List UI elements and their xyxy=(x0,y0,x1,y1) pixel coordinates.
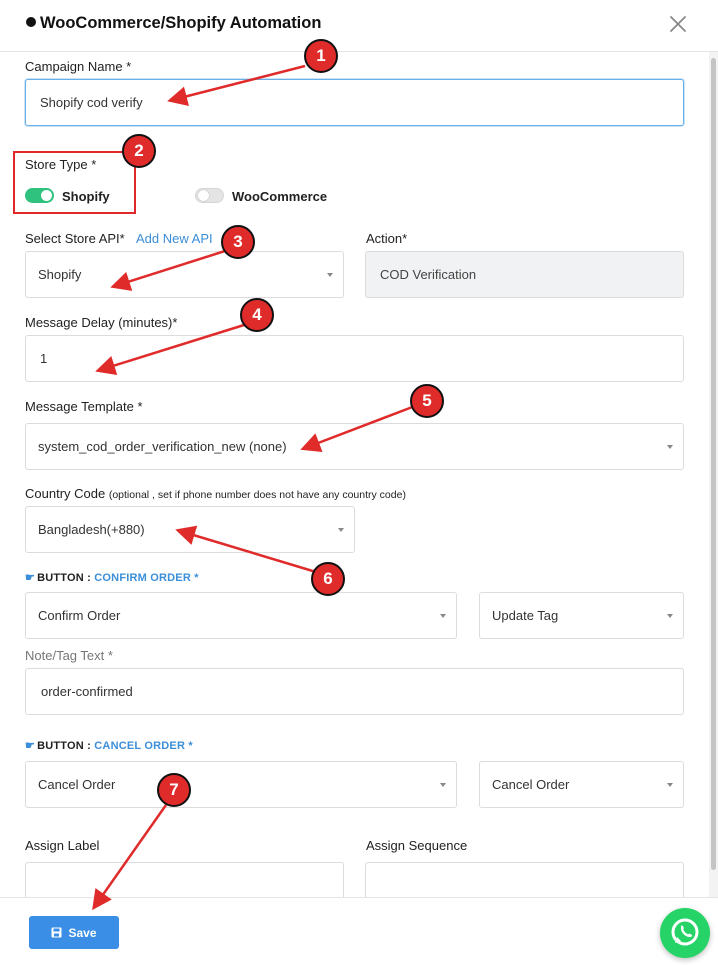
chevron-down-icon xyxy=(338,527,344,532)
message-delay-input[interactable]: 1 xyxy=(25,335,684,382)
modal-title: WooCommerce/Shopify Automation xyxy=(26,14,321,33)
confirm-order-secondary-select[interactable]: Update Tag xyxy=(479,592,684,639)
cancel-order-secondary-select[interactable]: Cancel Order xyxy=(479,761,684,808)
cancel-order-heading-prefix: BUTTON : xyxy=(37,740,92,752)
modal-header: WooCommerce/Shopify Automation xyxy=(0,0,718,52)
message-template-label: Message Template * xyxy=(25,399,143,414)
campaign-name-label: Campaign Name * xyxy=(25,59,132,74)
confirm-order-heading-accent: CONFIRM ORDER * xyxy=(94,572,199,584)
shopify-toggle-label: Shopify xyxy=(62,189,110,204)
annotation-badge-5: 5 xyxy=(410,384,444,418)
note-tag-value: order-confirmed xyxy=(41,684,133,699)
country-code-hint: (optional , set if phone number does not… xyxy=(108,489,406,501)
confirm-order-action-select[interactable]: Confirm Order xyxy=(25,592,457,639)
pointing-hand-icon: ☛ xyxy=(25,572,36,584)
store-type-label: Store Type * xyxy=(25,157,97,172)
chevron-down-icon xyxy=(667,782,673,787)
country-code-label-text: Country Code xyxy=(25,486,106,501)
note-tag-input[interactable]: order-confirmed xyxy=(25,668,684,715)
woocommerce-toggle-label: WooCommerce xyxy=(232,189,328,204)
annotation-badge-2: 2 xyxy=(122,134,156,168)
assign-label-label: Assign Label xyxy=(25,838,100,853)
note-tag-label: Note/Tag Text * xyxy=(25,648,113,663)
modal-title-text: WooCommerce/Shopify Automation xyxy=(40,14,322,32)
annotation-badge-3: 3 xyxy=(221,225,255,259)
message-template-select[interactable]: system_cod_order_verification_new (none) xyxy=(25,423,684,470)
action-value: COD Verification xyxy=(380,267,477,282)
shopify-toggle[interactable] xyxy=(25,188,54,203)
country-code-value: Bangladesh(+880) xyxy=(38,522,145,537)
add-new-api-link[interactable]: Add New API xyxy=(136,231,213,246)
annotation-badge-7: 7 xyxy=(157,773,191,807)
store-api-value: Shopify xyxy=(38,267,82,282)
annotation-arrows xyxy=(92,64,416,911)
cancel-order-heading-accent: CANCEL ORDER * xyxy=(94,740,193,752)
whatsapp-icon[interactable] xyxy=(660,908,710,958)
save-button[interactable]: Save xyxy=(29,916,119,949)
annotation-badge-1: 1 xyxy=(304,39,338,73)
save-icon xyxy=(51,927,62,938)
action-field: COD Verification xyxy=(365,251,684,298)
confirm-order-heading: ☛ BUTTON : CONFIRM ORDER * xyxy=(25,571,199,584)
campaign-name-value: Shopify cod verify xyxy=(40,95,143,110)
cancel-order-action-value: Cancel Order xyxy=(38,777,116,792)
chevron-down-icon xyxy=(327,272,333,277)
store-api-select[interactable]: Shopify xyxy=(25,251,344,298)
chevron-down-icon xyxy=(667,444,673,449)
message-delay-label: Message Delay (minutes)* xyxy=(25,315,178,330)
confirm-order-action-value: Confirm Order xyxy=(38,608,121,623)
woocommerce-toggle[interactable] xyxy=(195,188,224,203)
chevron-down-icon xyxy=(440,782,446,787)
pointing-hand-icon: ☛ xyxy=(25,740,36,752)
cancel-order-action-select[interactable]: Cancel Order xyxy=(25,761,457,808)
cancel-order-secondary-value: Cancel Order xyxy=(492,777,570,792)
save-button-label: Save xyxy=(68,925,97,940)
campaign-name-input[interactable]: Shopify cod verify xyxy=(25,79,684,126)
chevron-down-icon xyxy=(667,613,673,618)
annotation-badge-6: 6 xyxy=(311,562,345,596)
close-icon[interactable] xyxy=(666,12,690,36)
country-code-label: Country Code (optional , set if phone nu… xyxy=(25,486,406,501)
message-template-value: system_cod_order_verification_new (none) xyxy=(38,439,287,454)
bullet-icon xyxy=(26,17,36,27)
annotation-badge-4: 4 xyxy=(240,298,274,332)
cancel-order-heading: ☛ BUTTON : CANCEL ORDER * xyxy=(25,739,193,752)
confirm-order-secondary-value: Update Tag xyxy=(492,608,559,623)
message-delay-value: 1 xyxy=(40,351,48,366)
store-api-label: Select Store API* xyxy=(25,231,125,246)
scrollbar-thumb[interactable] xyxy=(711,58,716,870)
assign-sequence-label: Assign Sequence xyxy=(366,838,468,853)
country-code-select[interactable]: Bangladesh(+880) xyxy=(25,506,355,553)
chevron-down-icon xyxy=(440,613,446,618)
confirm-order-heading-prefix: BUTTON : xyxy=(37,572,92,584)
action-label: Action* xyxy=(366,231,408,246)
